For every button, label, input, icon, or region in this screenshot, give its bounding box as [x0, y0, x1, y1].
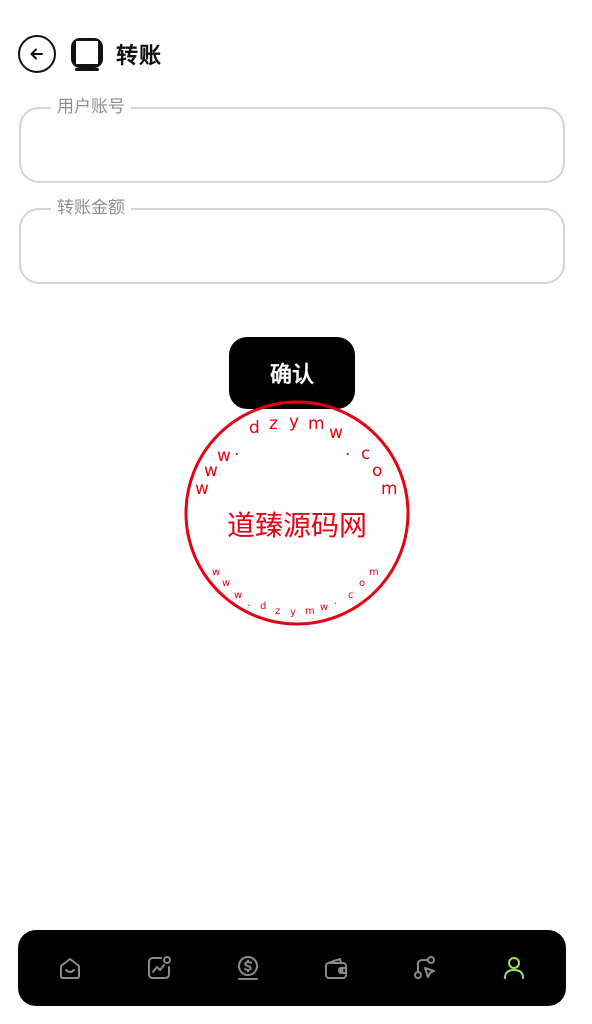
svg-text:c: c: [348, 590, 354, 601]
svg-text:w: w: [234, 590, 242, 601]
svg-text:.: .: [334, 596, 337, 607]
svg-text:m: m: [369, 567, 379, 578]
svg-text:w: w: [320, 602, 328, 613]
header: 转账: [18, 34, 162, 74]
svg-text:z: z: [275, 606, 280, 617]
nav-home[interactable]: [46, 944, 94, 992]
svg-text:z: z: [269, 414, 278, 434]
arrow-left-icon: [30, 48, 43, 60]
watermark-stamp: w w w . d z y m w . c o m 道臻源码网 w w w . …: [184, 400, 410, 626]
svg-text:y: y: [289, 412, 299, 432]
svg-text:w: w: [204, 461, 218, 481]
nav-wallet[interactable]: [312, 944, 360, 992]
svg-text:y: y: [290, 607, 296, 618]
nav-route[interactable]: [401, 944, 449, 992]
svg-text:m: m: [381, 479, 398, 499]
svg-text:m: m: [308, 414, 325, 434]
svg-text:.: .: [345, 440, 350, 460]
svg-text:o: o: [359, 578, 365, 589]
svg-text:w: w: [212, 567, 220, 578]
watermark-center-text: 道臻源码网: [227, 509, 367, 542]
svg-text:d: d: [260, 601, 266, 612]
svg-text:.: .: [234, 440, 239, 460]
svg-text:w: w: [222, 578, 230, 589]
wallet-icon: [325, 958, 348, 979]
watermark-ring-bottom: w w w . d z y m w . c o m: [212, 567, 379, 618]
amount-input[interactable]: [41, 210, 547, 282]
app-logo-icon: [68, 35, 106, 73]
route-icon: [413, 956, 435, 979]
nav-chart[interactable]: [135, 944, 183, 992]
user-icon: [503, 957, 524, 979]
coin-icon: [237, 956, 258, 980]
nav-user[interactable]: [490, 944, 538, 992]
account-input[interactable]: [41, 109, 547, 181]
svg-text:d: d: [249, 418, 260, 438]
svg-text:w: w: [217, 446, 231, 466]
bottom-nav: [18, 930, 566, 1006]
chart-icon: [147, 956, 171, 979]
page-title: 转账: [116, 44, 163, 69]
svg-text:c: c: [361, 444, 370, 464]
watermark-ring-top: w w w . d z y m w . c o m: [195, 412, 398, 499]
amount-field[interactable]: 转账金额: [19, 197, 565, 284]
nav-coin[interactable]: [224, 944, 272, 992]
svg-text:w: w: [195, 479, 209, 499]
svg-text:.: .: [247, 598, 250, 609]
back-button[interactable]: [18, 35, 56, 73]
svg-text:o: o: [372, 461, 382, 481]
svg-text:w: w: [329, 423, 343, 443]
account-field[interactable]: 用户账号: [19, 96, 565, 183]
svg-text:m: m: [305, 606, 315, 617]
home-icon: [60, 958, 81, 979]
